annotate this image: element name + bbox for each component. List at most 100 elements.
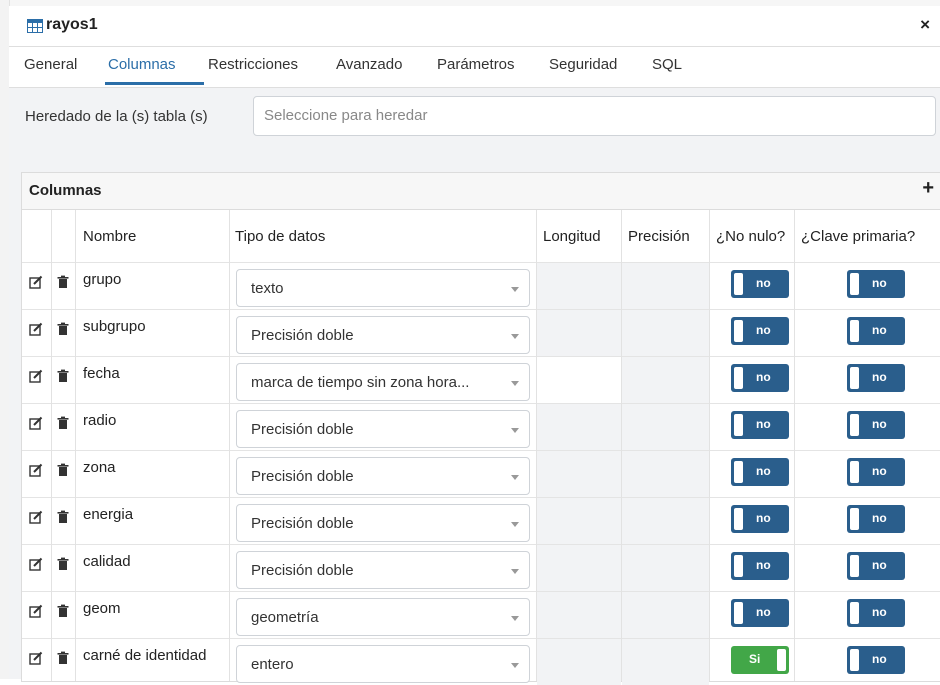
dialog-titlebar: rayos1 × xyxy=(9,6,940,47)
primary-key-toggle[interactable]: no xyxy=(847,270,905,298)
column-name: calidad xyxy=(83,553,131,570)
inherit-select[interactable]: Seleccione para heredar xyxy=(253,96,936,136)
tab-avanzado[interactable]: Avanzado xyxy=(336,56,402,73)
primary-key-toggle[interactable]: no xyxy=(847,317,905,345)
data-type-value: Precisión doble xyxy=(251,515,354,532)
trash-icon[interactable] xyxy=(56,604,70,618)
tab-columnas[interactable]: Columnas xyxy=(108,56,176,73)
data-type-value: marca de tiempo sin zona hora... xyxy=(251,374,470,391)
toggle-knob xyxy=(734,367,743,389)
not-null-toggle[interactable]: no xyxy=(731,505,789,533)
trash-icon[interactable] xyxy=(56,322,70,336)
primary-key-toggle[interactable]: no xyxy=(847,458,905,486)
toggle-label: no xyxy=(872,464,887,478)
toggle-label: no xyxy=(756,370,771,384)
trash-icon[interactable] xyxy=(56,275,70,289)
primary-key-toggle[interactable]: no xyxy=(847,505,905,533)
col-divider xyxy=(621,210,622,681)
tab-sql[interactable]: SQL xyxy=(652,56,682,73)
dropdown-arrow-icon xyxy=(511,522,519,527)
trash-icon[interactable] xyxy=(56,510,70,524)
edit-icon[interactable] xyxy=(29,416,43,430)
toggle-knob xyxy=(734,508,743,530)
tab-restricciones[interactable]: Restricciones xyxy=(208,56,298,73)
edit-icon[interactable] xyxy=(29,557,43,571)
header-type: Tipo de datos xyxy=(235,228,326,245)
not-null-toggle[interactable]: no xyxy=(731,364,789,392)
header-precision: Precisión xyxy=(628,228,690,245)
not-null-toggle[interactable]: no xyxy=(731,317,789,345)
trash-icon[interactable] xyxy=(56,463,70,477)
toggle-knob xyxy=(850,602,859,624)
tab-parametros[interactable]: Parámetros xyxy=(437,56,515,73)
toggle-knob xyxy=(850,508,859,530)
data-type-select[interactable]: marca de tiempo sin zona hora... xyxy=(236,363,530,401)
data-type-value: entero xyxy=(251,656,294,673)
trash-icon[interactable] xyxy=(56,416,70,430)
data-type-select[interactable]: geometría xyxy=(236,598,530,636)
table-row: carné de identidad entero Si no xyxy=(22,639,940,685)
column-name: grupo xyxy=(83,271,122,288)
toggle-label: no xyxy=(756,323,771,337)
precision-cell-disabled xyxy=(622,451,709,497)
length-cell-disabled xyxy=(537,639,621,685)
primary-key-toggle[interactable]: no xyxy=(847,552,905,580)
column-name: energia xyxy=(83,506,134,523)
trash-icon[interactable] xyxy=(56,651,70,665)
data-type-select[interactable]: Precisión doble xyxy=(236,316,530,354)
data-type-value: Precisión doble xyxy=(251,468,354,485)
data-type-select[interactable]: texto xyxy=(236,269,530,307)
toggle-label: no xyxy=(756,464,771,478)
toggle-label: no xyxy=(872,417,887,431)
column-name: geom xyxy=(83,600,121,617)
tab-seguridad[interactable]: Seguridad xyxy=(549,56,617,73)
tab-bar: General Columnas Restricciones Avanzado … xyxy=(9,47,940,88)
data-type-value: Precisión doble xyxy=(251,327,354,344)
tab-general[interactable]: General xyxy=(24,56,77,73)
not-null-toggle[interactable]: no xyxy=(731,458,789,486)
dropdown-arrow-icon xyxy=(511,428,519,433)
data-type-select[interactable]: Precisión doble xyxy=(236,551,530,589)
data-type-select[interactable]: Precisión doble xyxy=(236,410,530,448)
not-null-toggle[interactable]: no xyxy=(731,552,789,580)
toggle-knob xyxy=(734,273,743,295)
primary-key-toggle[interactable]: no xyxy=(847,364,905,392)
data-type-select[interactable]: Precisión doble xyxy=(236,504,530,542)
toggle-knob xyxy=(850,414,859,436)
precision-cell-disabled xyxy=(622,592,709,638)
not-null-toggle[interactable]: no xyxy=(731,599,789,627)
table-row: subgrupo Precisión doble no no xyxy=(22,310,940,356)
not-null-toggle[interactable]: no xyxy=(731,270,789,298)
edit-icon[interactable] xyxy=(29,604,43,618)
edit-icon[interactable] xyxy=(29,322,43,336)
trash-icon[interactable] xyxy=(56,557,70,571)
not-null-toggle[interactable]: Si xyxy=(731,646,789,674)
table-row: energia Precisión doble no no xyxy=(22,498,940,544)
data-type-select[interactable]: Precisión doble xyxy=(236,457,530,495)
not-null-toggle[interactable]: no xyxy=(731,411,789,439)
table-icon xyxy=(27,19,43,33)
trash-icon[interactable] xyxy=(56,369,70,383)
edit-icon[interactable] xyxy=(29,463,43,477)
primary-key-toggle[interactable]: no xyxy=(847,411,905,439)
col-divider xyxy=(536,210,537,681)
grid-title: Columnas xyxy=(29,182,102,199)
precision-cell-disabled xyxy=(622,545,709,591)
dropdown-arrow-icon xyxy=(511,663,519,668)
close-icon[interactable]: × xyxy=(920,15,930,35)
toggle-label: no xyxy=(872,652,887,666)
primary-key-toggle[interactable]: no xyxy=(847,646,905,674)
edit-icon[interactable] xyxy=(29,651,43,665)
primary-key-toggle[interactable]: no xyxy=(847,599,905,627)
toggle-knob xyxy=(850,555,859,577)
add-column-button[interactable]: + xyxy=(922,177,934,200)
edit-icon[interactable] xyxy=(29,510,43,524)
edit-icon[interactable] xyxy=(29,275,43,289)
toggle-label: no xyxy=(872,605,887,619)
data-type-value: Precisión doble xyxy=(251,421,354,438)
dropdown-arrow-icon xyxy=(511,616,519,621)
data-type-select[interactable]: entero xyxy=(236,645,530,683)
column-name: fecha xyxy=(83,365,120,382)
edit-icon[interactable] xyxy=(29,369,43,383)
length-cell-disabled xyxy=(537,310,621,356)
